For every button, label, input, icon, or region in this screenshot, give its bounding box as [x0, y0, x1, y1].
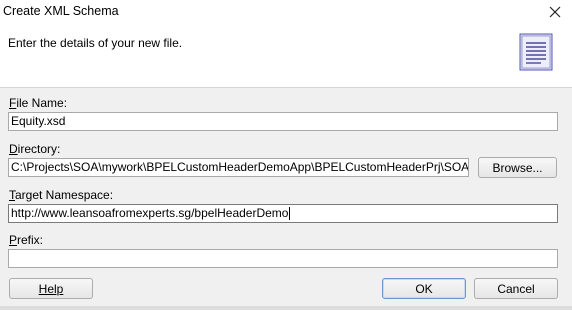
create-xml-schema-dialog: Create XML Schema Enter the details of y…: [0, 0, 572, 307]
directory-label: Directory:: [9, 142, 61, 156]
close-icon: [549, 6, 561, 18]
prefix-input[interactable]: [8, 249, 558, 268]
cancel-button[interactable]: Cancel: [474, 278, 558, 299]
target-namespace-input[interactable]: http://www.leansoafromexperts.sg/bpelHea…: [8, 204, 558, 223]
header-description: Enter the details of your new file.: [8, 36, 183, 50]
directory-input[interactable]: C:\Projects\SOA\mywork\BPELCustomHeaderD…: [8, 158, 469, 177]
document-icon: [519, 33, 553, 71]
browse-button[interactable]: Browse...: [478, 157, 557, 178]
title-bar: Create XML Schema: [0, 0, 572, 24]
dialog-title: Create XML Schema: [3, 4, 119, 18]
prefix-label: Prefix:: [9, 233, 44, 247]
help-button[interactable]: Help: [9, 278, 93, 299]
text-caret: [289, 207, 291, 221]
dialog-header: Enter the details of your new file.: [0, 24, 572, 88]
file-name-label: File Name:: [9, 96, 68, 110]
ok-button[interactable]: OK: [382, 278, 466, 299]
close-button[interactable]: [538, 0, 572, 24]
target-namespace-label: Target Namespace:: [9, 188, 114, 202]
background-window-edge: [0, 306, 572, 310]
file-name-input[interactable]: Equity.xsd: [8, 112, 558, 131]
